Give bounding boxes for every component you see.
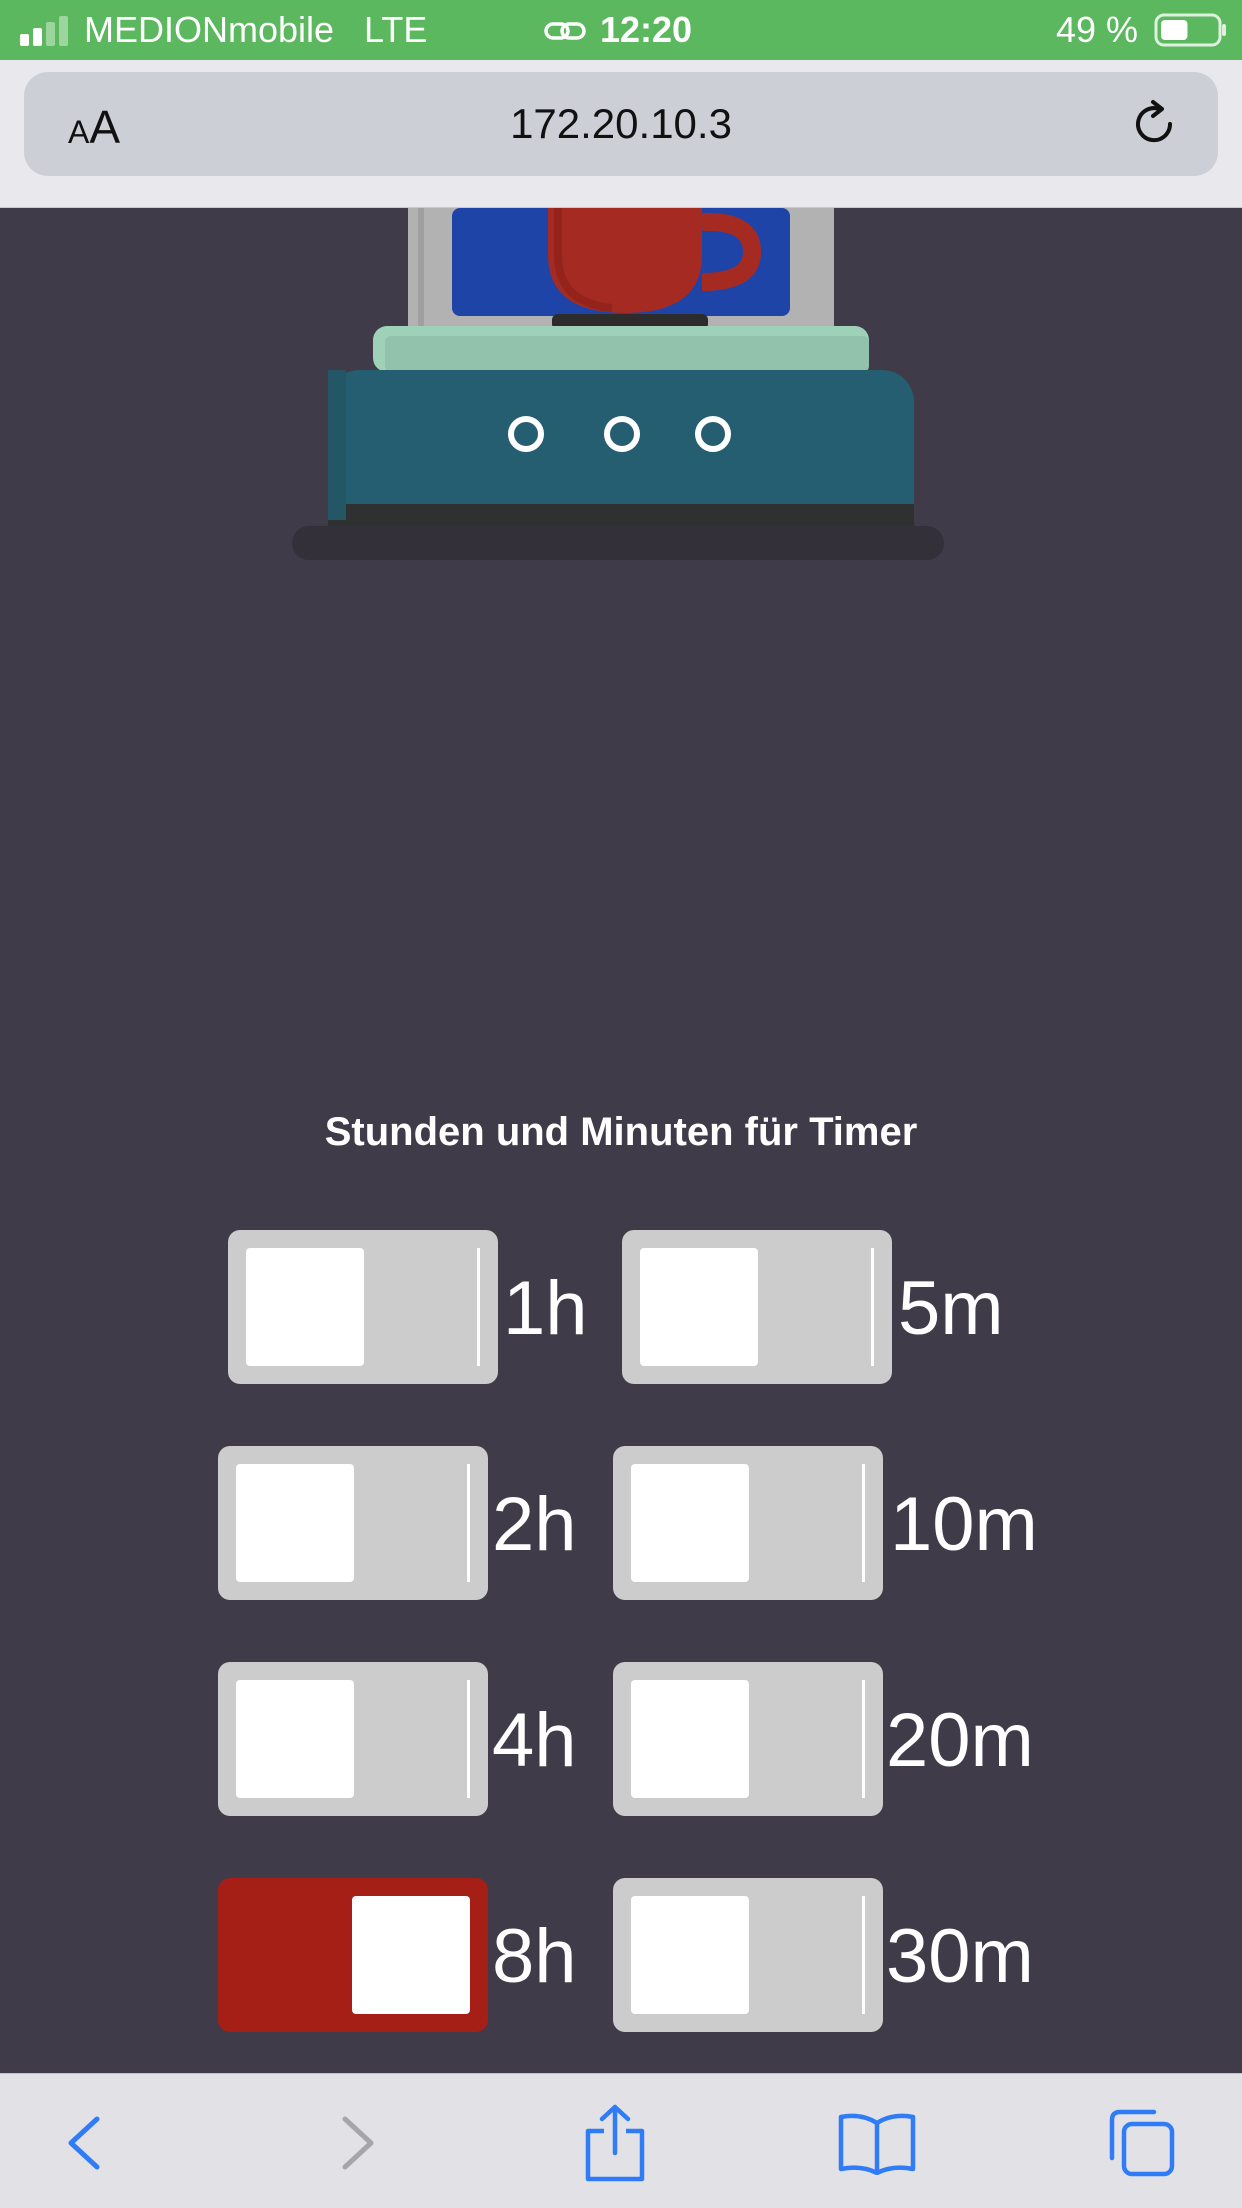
status-bar: MEDIONmobile LTE 12:20 49 % [0,0,1242,60]
back-icon [68,2116,100,2170]
label-2h: 2h [492,1482,577,1567]
forward-icon [342,2116,374,2170]
link-icon [544,22,586,40]
browser-toolbar [0,2073,1242,2208]
label-1h: 1h [503,1266,588,1351]
toggle-knob [631,1464,749,1582]
clock: 12:20 [600,9,693,50]
toggle-indicator [467,1464,470,1582]
toggle-30m[interactable] [613,1878,883,2032]
toggle-knob [246,1248,364,1366]
toggle-knob [236,1680,354,1798]
label-10m: 10m [890,1482,1038,1567]
toggle-indicator [862,1680,865,1798]
label-8h: 8h [492,1914,577,1999]
toggle-8h[interactable] [218,1878,488,2032]
url-text[interactable]: 172.20.10.3 [24,100,1218,148]
toggle-indicator [467,1680,470,1798]
back-button[interactable] [42,2098,132,2188]
forward-button[interactable] [310,2098,400,2188]
toggle-1h[interactable] [228,1230,498,1384]
battery-percent: 49 % [1056,9,1139,50]
toggle-knob [236,1464,354,1582]
browser-address-area: AA 172.20.10.3 [0,60,1242,208]
toggle-20m[interactable] [613,1662,883,1816]
tabs-icon [1109,2109,1175,2177]
toggle-2h[interactable] [218,1446,488,1600]
timer-heading: Stunden und Minuten für Timer [324,1110,918,1154]
carrier-name: MEDIONmobile [84,9,335,50]
label-20m: 20m [886,1698,1034,1783]
battery-icon [1154,13,1226,47]
toggle-5m[interactable] [622,1230,892,1384]
toggle-knob [631,1680,749,1798]
bookmarks-button[interactable] [832,2098,922,2188]
signal-icon [20,16,68,46]
address-bar[interactable]: AA 172.20.10.3 [24,72,1218,176]
toggle-knob [352,1896,470,2014]
toggle-4h[interactable] [218,1662,488,1816]
network-type: LTE [364,9,428,50]
label-5m: 5m [898,1266,1004,1351]
label-4h: 4h [492,1698,577,1783]
toggle-10m[interactable] [613,1446,883,1600]
share-button[interactable] [570,2098,660,2188]
toggle-indicator [871,1248,874,1366]
toggle-knob [640,1248,758,1366]
bookmarks-icon [838,2113,916,2175]
share-icon [585,2104,645,2182]
toggle-indicator [862,1896,865,2014]
toggle-knob [631,1896,749,2014]
toggle-indicator [477,1248,480,1366]
label-30m: 30m [886,1914,1034,1999]
coffee-machine-illustration [292,208,944,560]
tabs-button[interactable] [1096,2098,1186,2188]
reload-icon[interactable] [1126,96,1182,152]
toggle-indicator [862,1464,865,1582]
